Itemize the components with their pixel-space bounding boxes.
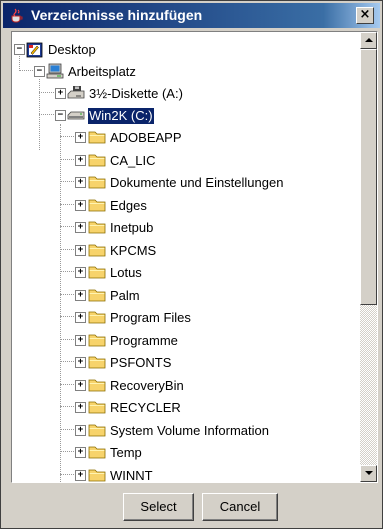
- folder-icon: [88, 244, 106, 257]
- expand-toggle[interactable]: +: [75, 425, 86, 436]
- tree-node-label: Inetpub: [110, 220, 154, 235]
- close-button[interactable]: ×: [356, 7, 374, 24]
- folder-icon: [88, 311, 106, 324]
- arrow-down-icon: [365, 471, 373, 475]
- tree-node-label: Temp: [110, 445, 142, 460]
- arrow-up-icon: [365, 38, 373, 42]
- expand-toggle[interactable]: +: [75, 200, 86, 211]
- expand-toggle[interactable]: +: [75, 312, 86, 323]
- tree-node-folder[interactable]: + Programme: [12, 332, 352, 354]
- tree-node-label: Lotus: [110, 265, 142, 280]
- tree-node-folder[interactable]: + RecoveryBin: [12, 377, 352, 399]
- tree-node-desktop[interactable]: − Desktop: [12, 41, 212, 63]
- scrollbar-thumb[interactable]: [360, 49, 377, 305]
- tree-node-folder[interactable]: + KPCMS: [12, 242, 352, 264]
- expand-toggle[interactable]: +: [75, 402, 86, 413]
- folder-icon: [88, 131, 106, 144]
- tree-node-label: ADOBEAPP: [110, 130, 182, 145]
- expand-toggle[interactable]: +: [75, 447, 86, 458]
- vertical-scrollbar[interactable]: [360, 32, 377, 482]
- tree-node-label: System Volume Information: [110, 423, 269, 438]
- dialog-window: Verzeichnisse hinzufügen × − Desktop − A…: [0, 0, 383, 529]
- select-button[interactable]: Select: [123, 493, 194, 521]
- tree-node-label: Desktop: [48, 42, 96, 57]
- folder-icon: [88, 289, 106, 302]
- window-title: Verzeichnisse hinzufügen: [31, 7, 203, 23]
- tree-node-folder[interactable]: + System Volume Information: [12, 422, 352, 444]
- expand-toggle[interactable]: +: [75, 357, 86, 368]
- folder-icon: [88, 334, 106, 347]
- expand-toggle[interactable]: +: [75, 267, 86, 278]
- expand-toggle[interactable]: +: [75, 380, 86, 391]
- expand-toggle[interactable]: +: [55, 88, 66, 99]
- expand-toggle[interactable]: +: [75, 470, 86, 481]
- tree-node-folder[interactable]: + Palm: [12, 287, 352, 309]
- tree-node-folder[interactable]: + Edges: [12, 197, 352, 219]
- tree-node-folder[interactable]: + RECYCLER: [12, 399, 352, 421]
- tree-node-folder[interactable]: + Temp: [12, 444, 352, 466]
- tree-node-folder[interactable]: + Lotus: [12, 264, 352, 286]
- floppy-drive-icon: [67, 86, 85, 99]
- collapse-toggle[interactable]: −: [14, 44, 25, 55]
- tree-node-folder[interactable]: + PSFONTS: [12, 354, 352, 376]
- title-bar[interactable]: Verzeichnisse hinzufügen ×: [3, 3, 380, 28]
- folder-icon: [88, 424, 106, 437]
- folder-icon: [88, 356, 106, 369]
- expand-toggle[interactable]: +: [75, 290, 86, 301]
- collapse-toggle[interactable]: −: [34, 66, 45, 77]
- tree-node-label: 3½-Diskette (A:): [89, 86, 183, 101]
- tree-node-label: CA_LIC: [110, 153, 156, 168]
- folder-icon: [88, 221, 106, 234]
- folder-icon: [88, 446, 106, 459]
- tree-node-label: RECYCLER: [110, 400, 181, 415]
- expand-toggle[interactable]: +: [75, 155, 86, 166]
- folder-icon: [88, 401, 106, 414]
- directory-tree-panel: − Desktop − Arbeitsplatz + 3½-Diskette (…: [11, 31, 378, 483]
- collapse-toggle[interactable]: −: [55, 110, 66, 121]
- tree-node-folder[interactable]: + ADOBEAPP: [12, 129, 352, 151]
- desktop-icon: [26, 42, 43, 58]
- tree-node-label: Arbeitsplatz: [68, 64, 136, 79]
- tree-node-folder[interactable]: + Dokumente und Einstellungen: [12, 174, 352, 196]
- expand-toggle[interactable]: +: [75, 335, 86, 346]
- hard-drive-icon: [67, 111, 85, 120]
- folder-icon: [88, 469, 106, 482]
- tree-node-label: KPCMS: [110, 243, 157, 258]
- tree-node-hard-drive[interactable]: − Win2K (C:): [12, 107, 212, 129]
- folder-icon: [88, 199, 106, 212]
- expand-toggle[interactable]: +: [75, 245, 86, 256]
- tree-node-computer[interactable]: − Arbeitsplatz: [12, 63, 212, 85]
- tree-node-label: Dokumente und Einstellungen: [110, 175, 284, 190]
- scroll-down-button[interactable]: [360, 465, 377, 482]
- tree-node-label: PSFONTS: [110, 355, 172, 370]
- directory-tree: − Desktop − Arbeitsplatz + 3½-Diskette (…: [12, 32, 360, 482]
- cancel-button[interactable]: Cancel: [202, 493, 278, 521]
- expand-toggle[interactable]: +: [75, 132, 86, 143]
- computer-icon: [46, 63, 64, 79]
- java-cup-icon: [11, 8, 23, 23]
- tree-node-folder[interactable]: + WINNT: [12, 467, 352, 483]
- folder-icon: [88, 266, 106, 279]
- tree-node-label: Programme: [110, 333, 178, 348]
- folder-icon: [88, 379, 106, 392]
- tree-node-label: RecoveryBin: [110, 378, 184, 393]
- tree-node-label: Palm: [110, 288, 140, 303]
- folder-icon: [88, 176, 106, 189]
- tree-node-label: WINNT: [110, 468, 153, 483]
- scroll-up-button[interactable]: [360, 32, 377, 49]
- tree-node-folder[interactable]: + Program Files: [12, 309, 352, 331]
- tree-node-label: Program Files: [110, 310, 191, 325]
- expand-toggle[interactable]: +: [75, 177, 86, 188]
- tree-node-floppy-drive[interactable]: + 3½-Diskette (A:): [12, 85, 212, 107]
- expand-toggle[interactable]: +: [75, 222, 86, 233]
- tree-node-label: Edges: [110, 198, 147, 213]
- tree-node-folder[interactable]: + Inetpub: [12, 219, 352, 241]
- tree-node-label: Win2K (C:): [87, 107, 155, 125]
- tree-node-folder[interactable]: + CA_LIC: [12, 152, 352, 174]
- folder-icon: [88, 154, 106, 167]
